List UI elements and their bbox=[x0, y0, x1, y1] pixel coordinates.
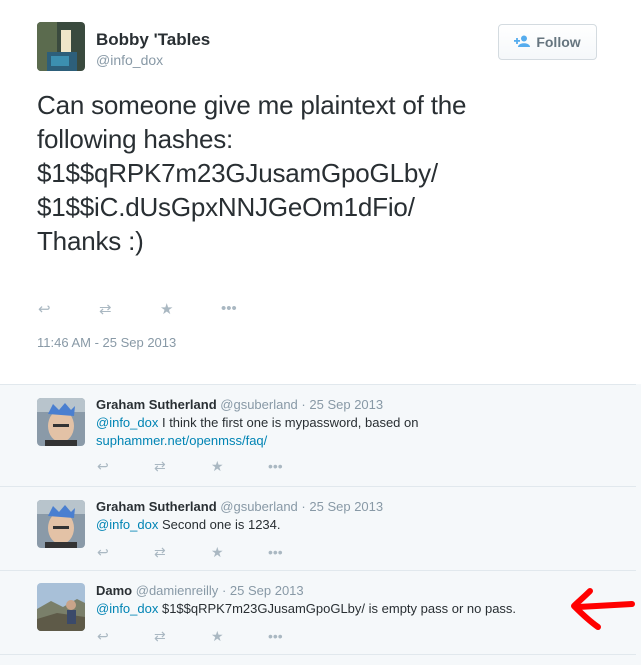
replies-list: Graham Sutherland @gsuberland · 25 Sep 2… bbox=[0, 384, 641, 665]
favorite-icon[interactable]: ★ bbox=[211, 458, 268, 475]
tweet-line: Thanks :) bbox=[37, 226, 144, 256]
author-name[interactable]: Bobby 'Tables bbox=[96, 30, 210, 50]
retweet-icon[interactable]: ⇄ bbox=[99, 300, 160, 318]
reply-text: @info_dox I think the first one is mypas… bbox=[96, 414, 556, 450]
reply-avatar[interactable] bbox=[37, 500, 85, 548]
reply-icon[interactable]: ↩ bbox=[97, 544, 154, 561]
reply-divider bbox=[0, 654, 636, 665]
main-tweet: Bobby 'Tables @info_dox Follow Can someo… bbox=[0, 0, 641, 384]
follow-button[interactable]: Follow bbox=[498, 24, 597, 60]
reply-actions: ↩ ⇄ ★ ••• bbox=[97, 458, 325, 475]
reply-text: @info_dox Second one is 1234. bbox=[96, 516, 556, 534]
reply-author-name[interactable]: Graham Sutherland bbox=[96, 499, 217, 514]
tweet-line: $1$$iC.dUsGpxNNJGeOm1dFio/ bbox=[37, 192, 415, 222]
reply-header: Graham Sutherland @gsuberland · 25 Sep 2… bbox=[96, 397, 383, 412]
more-icon[interactable]: ••• bbox=[268, 628, 325, 645]
add-user-icon bbox=[514, 34, 531, 50]
mention-link[interactable]: @info_dox bbox=[96, 601, 158, 616]
reply-actions: ↩ ⇄ ★ ••• bbox=[97, 544, 325, 561]
more-icon[interactable]: ••• bbox=[268, 458, 325, 475]
reply-author-name[interactable]: Graham Sutherland bbox=[96, 397, 217, 412]
tweet-actions: ↩ ⇄ ★ ••• bbox=[38, 300, 282, 318]
author-handle[interactable]: @info_dox bbox=[96, 52, 163, 68]
favorite-icon[interactable]: ★ bbox=[160, 300, 221, 318]
reply-header: Graham Sutherland @gsuberland · 25 Sep 2… bbox=[96, 499, 383, 514]
author-avatar[interactable] bbox=[37, 22, 85, 71]
retweet-icon[interactable]: ⇄ bbox=[154, 458, 211, 475]
mention-link[interactable]: @info_dox bbox=[96, 415, 158, 430]
tweet-line: Can someone give me plaintext of the bbox=[37, 90, 467, 120]
reply-header: Damo @damienreilly · 25 Sep 2013 bbox=[96, 583, 304, 598]
favorite-icon[interactable]: ★ bbox=[211, 544, 268, 561]
tweet-timestamp[interactable]: 11:46 AM - 25 Sep 2013 bbox=[37, 335, 176, 350]
annotation-arrow-icon bbox=[571, 588, 635, 630]
mention-link[interactable]: @info_dox bbox=[96, 517, 158, 532]
reply-avatar[interactable] bbox=[37, 583, 85, 631]
reply-author-handle[interactable]: @damienreilly bbox=[136, 583, 219, 598]
reply-time[interactable]: 25 Sep 2013 bbox=[309, 397, 383, 412]
reply-text: @info_dox $1$$qRPK7m23GJusamGpoGLby/ is … bbox=[96, 600, 576, 618]
reply-body: Second one is 1234. bbox=[158, 517, 281, 532]
follow-label: Follow bbox=[536, 34, 581, 50]
retweet-icon[interactable]: ⇄ bbox=[154, 628, 211, 645]
url-link[interactable]: suphammer.net/openmss/faq/ bbox=[96, 433, 267, 448]
tweet-line: $1$$qRPK7m23GJusamGpoGLby/ bbox=[37, 158, 438, 188]
reply-item[interactable]: Graham Sutherland @gsuberland · 25 Sep 2… bbox=[0, 486, 636, 570]
reply-icon[interactable]: ↩ bbox=[97, 458, 154, 475]
more-icon[interactable]: ••• bbox=[221, 300, 282, 318]
reply-author-handle[interactable]: @gsuberland bbox=[220, 397, 298, 412]
favorite-icon[interactable]: ★ bbox=[211, 628, 268, 645]
separator-dot: · bbox=[301, 397, 306, 412]
reply-time[interactable]: 25 Sep 2013 bbox=[309, 499, 383, 514]
more-icon[interactable]: ••• bbox=[268, 544, 325, 561]
reply-actions: ↩ ⇄ ★ ••• bbox=[97, 628, 325, 645]
reply-icon[interactable]: ↩ bbox=[97, 628, 154, 645]
reply-icon[interactable]: ↩ bbox=[38, 300, 99, 318]
reply-item[interactable]: Graham Sutherland @gsuberland · 25 Sep 2… bbox=[0, 384, 636, 486]
tweet-text: Can someone give me plaintext of the fol… bbox=[37, 88, 597, 258]
retweet-icon[interactable]: ⇄ bbox=[154, 544, 211, 561]
reply-author-handle[interactable]: @gsuberland bbox=[220, 499, 298, 514]
reply-avatar[interactable] bbox=[37, 398, 85, 446]
reply-body: $1$$qRPK7m23GJusamGpoGLby/ is empty pass… bbox=[158, 601, 517, 616]
reply-body: I think the first one is mypassword, bas… bbox=[158, 415, 419, 430]
reply-item[interactable]: Damo @damienreilly · 25 Sep 2013 @info_d… bbox=[0, 570, 636, 654]
reply-time[interactable]: 25 Sep 2013 bbox=[230, 583, 304, 598]
separator-dot: · bbox=[301, 499, 306, 514]
separator-dot: · bbox=[221, 583, 227, 598]
tweet-line: following hashes: bbox=[37, 124, 234, 154]
reply-author-name[interactable]: Damo bbox=[96, 583, 132, 598]
